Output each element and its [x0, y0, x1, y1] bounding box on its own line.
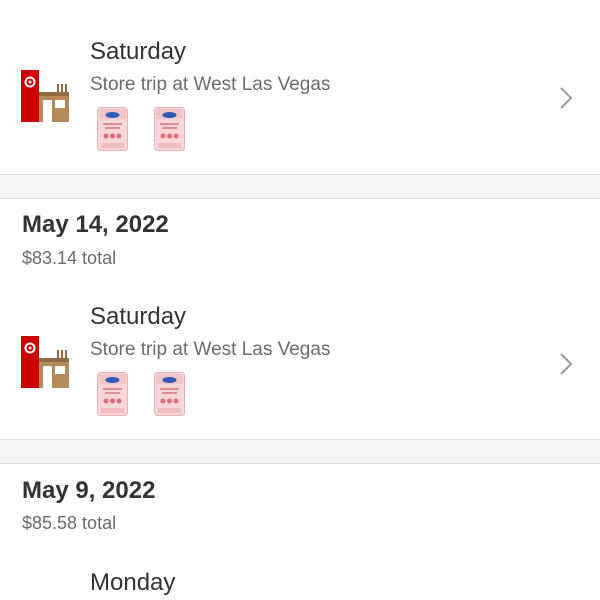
- product-thumbnails: [97, 372, 185, 416]
- chevron-right-icon: [560, 353, 573, 375]
- trip-row[interactable]: Saturday Store trip at West Las Vegas: [0, 0, 600, 174]
- order-history-list: Saturday Store trip at West Las Vegas Ma…: [0, 0, 600, 600]
- trip-row[interactable]: Monday: [0, 548, 600, 600]
- date-header: May 9, 2022: [22, 477, 156, 504]
- formula-product-thumbnail: [97, 372, 128, 416]
- order-total: $85.58 total: [22, 513, 117, 533]
- trip-day: Saturday: [90, 303, 187, 330]
- chevron-right-icon: [560, 87, 573, 109]
- trip-description: Store trip at West Las Vegas: [90, 339, 331, 360]
- formula-product-thumbnail: [97, 107, 128, 151]
- trip-day: Monday: [90, 569, 176, 596]
- section-separator: [0, 439, 600, 464]
- trip-row[interactable]: Saturday Store trip at West Las Vegas: [0, 282, 600, 439]
- section-separator: [0, 174, 600, 199]
- product-thumbnails: [97, 107, 185, 151]
- date-header: May 14, 2022: [22, 211, 169, 238]
- order-total: $83.14 total: [22, 248, 117, 268]
- formula-product-thumbnail: [154, 372, 185, 416]
- target-store-icon: [21, 336, 69, 388]
- trip-day: Saturday: [90, 38, 187, 65]
- target-store-icon: [21, 70, 69, 122]
- trip-description: Store trip at West Las Vegas: [90, 74, 331, 95]
- formula-product-thumbnail: [154, 107, 185, 151]
